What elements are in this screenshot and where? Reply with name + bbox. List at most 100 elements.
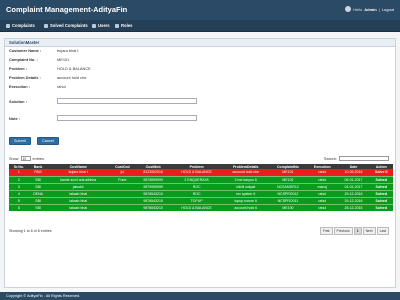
execution-value: rahul [57,84,66,89]
table-cell: 2 ENQUERAYA [170,176,223,184]
complaints-icon [6,23,10,28]
table-cell: bujara bhai t [47,169,109,177]
greeting-prefix: Hello [353,6,363,12]
solution-input[interactable] [57,98,197,104]
solution-panel: SolutionMaster Customer Name : bujara bh… [4,38,396,288]
nav-roles[interactable]: Roles [115,23,132,28]
problem-row: Problem : HOLD & BALANCE [9,66,91,71]
nav-complaints[interactable]: Complaints [6,23,35,28]
table-cell: 9879899999 [135,176,171,184]
row-action-link[interactable]: Solved [369,190,393,198]
customer-name-value: bujara bhai t [57,48,79,53]
table-row[interactable]: 4 DENA lakash bhai 9876543210 ROC roc speker … [9,190,393,198]
table-cell: roc speker 6 [222,190,269,198]
table-cell: 06-01-2017 [337,176,370,184]
table-cell: ME100 [268,204,308,212]
table-cell [108,190,136,198]
nav-label: Users [98,23,110,28]
show-label: Show [9,156,19,161]
table-cell: 29-12-2016 [337,190,370,198]
complaints-table: Sr.No. Bank CustName CustCod CustMob Problem P… [9,164,393,212]
table-cell: manoj [307,183,338,191]
table-cell: 3 [9,183,29,191]
customer-name-row: Customer Name : bujara bhai t [9,48,78,53]
roles-icon [115,23,119,28]
table-row[interactable]: 6 SBI lakash bhai 9876543210 HOLD & BALANCE a… [9,204,393,212]
search-input[interactable] [339,156,389,161]
user-separator: | [378,6,380,12]
row-action-link[interactable]: Solved [369,197,393,205]
table-cell: jul [108,169,136,177]
table-row[interactable]: 3 SBI jaisukh 9879999999 ROC nikhil sukpal NCS… [9,183,393,191]
nav-users[interactable]: Users [92,23,110,28]
table-cell: 2 me karyuo 6 [222,176,269,184]
problem-details-label: Problem Details : [9,75,41,80]
table-cell: 8123/5/2016 [135,169,171,177]
page-size-control: Show 10 entries [9,156,44,161]
customer-name-label: Customer Name : [9,48,42,53]
table-cell: rahul [307,204,338,212]
table-cell: 4 [9,190,29,198]
next-page-button[interactable]: Next [362,227,376,235]
first-page-button[interactable]: First [319,227,333,235]
note-input[interactable] [57,115,197,121]
table-cell: kamle sunil anirudhbha [47,176,109,184]
table-cell: SBI [28,183,48,191]
previous-page-button[interactable]: Previous [333,227,353,235]
table-cell: DENA [28,190,48,198]
table-cell: SBI [28,204,48,212]
table-cell: lakash bhai [47,197,109,205]
page-size-select[interactable]: 10 [20,156,31,161]
execution-row: Execution : rahul [9,84,66,89]
table-cell [108,183,136,191]
users-icon [92,23,96,28]
table-cell: Pune [108,176,136,184]
user-avatar-icon [345,6,352,12]
footer: Copyright © AdityaFin . All Rights Reser… [0,292,400,300]
table-cell: 2 [9,176,29,184]
table-cell: ROC [170,190,223,198]
table-row[interactable]: 2 SBI kamle sunil anirudhbha Pune 9879899999… [9,176,393,184]
table-body: 1 RNS bujara bhai t jul 8123/5/2016 HOLD & BA… [9,169,393,212]
table-cell: 29-12-2016 [337,197,370,205]
cancel-button[interactable]: Cancel [37,137,59,145]
app-title: Complaint Management-AdityaFin [6,5,128,14]
problem-details-value: account hold che [57,75,87,80]
table-cell: lakash bhai [47,204,109,212]
table-cell: ME101 [268,169,308,177]
row-action-link[interactable]: Solved [369,183,393,191]
table-row[interactable]: 5 SBI lakash bhai 9876543210 TOPUP topup nono… [9,197,393,205]
table-cell: NCSAMDR12 [268,183,308,191]
row-action-link[interactable]: Solved [369,176,393,184]
row-action-link[interactable]: Solved [369,204,393,212]
table-cell: SBI [28,176,48,184]
nav-label: Complaints [12,23,35,28]
nav-solved-complaints[interactable]: Solved Complaints [44,23,88,28]
problem-label: Problem : [9,66,27,71]
panel-title: SolutionMaster [5,39,395,47]
user-area: Hello Admin | Logout [345,6,394,12]
table-cell: 9876543210 [135,197,171,205]
table-row[interactable]: 1 RNS bujara bhai t jul 8123/5/2016 HOLD & BA… [9,169,393,177]
table-cell: rahul [307,169,338,177]
execution-label: Execution : [9,84,30,89]
page-1-button[interactable]: 1 [353,227,362,235]
table-cell: ME102 [268,176,308,184]
last-page-button[interactable]: Last [376,227,389,235]
table-cell: SBI [28,197,48,205]
table-cell: 9876543210 [135,190,171,198]
table-cell: 5 [9,197,29,205]
table-cell: 10-09-2016 [337,169,370,177]
table-cell: jaisukh [47,183,109,191]
table-cell: NCSPRO011 [268,197,308,205]
table-cell: ROC [170,183,223,191]
table-cell [108,197,136,205]
table-cell: TOPUP [170,197,223,205]
row-action-link[interactable]: Solve It [369,169,393,177]
complaint-no-row: Complaint No. : ME101 [9,57,69,62]
submit-button[interactable]: Submit [9,137,31,145]
problem-details-row: Problem Details : account hold che [9,75,86,80]
table-cell: rahul [307,190,338,198]
pagination: First Previous 1 Next Last [319,227,389,235]
logout-link[interactable]: Logout [382,7,394,12]
